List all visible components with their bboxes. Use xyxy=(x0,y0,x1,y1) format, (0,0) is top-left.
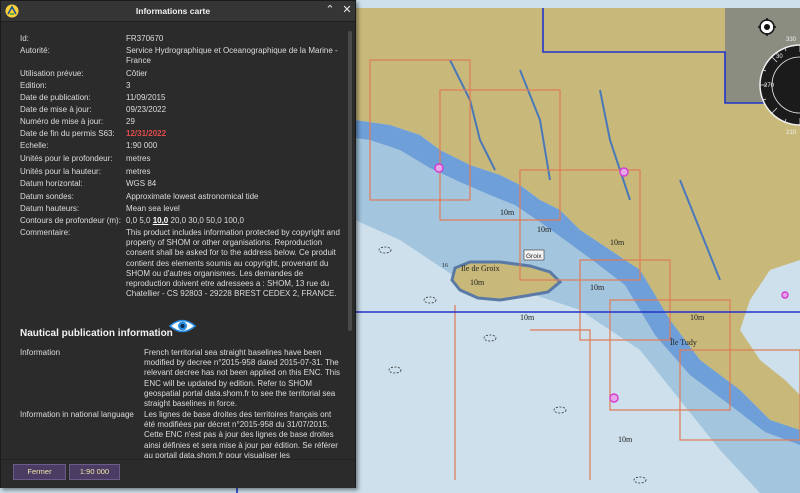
depth-contours-value: 0,0 5,0 10,0 20,0 30,0 50,0 100,0 xyxy=(126,216,244,225)
groix-tag[interactable]: Groix xyxy=(523,249,545,261)
svg-text:10m: 10m xyxy=(470,278,485,287)
close-button[interactable]: Fermer xyxy=(13,464,66,480)
svg-text:10m: 10m xyxy=(537,225,552,234)
scale-button[interactable]: 1:90 000 xyxy=(69,464,120,480)
chart-info-dialog: Informations carte ⌃ ✕ Id: FR370670 Auto… xyxy=(0,0,356,488)
svg-text:10m: 10m xyxy=(590,283,605,292)
svg-text:10m: 10m xyxy=(690,313,705,322)
buoy-label: 16 xyxy=(442,263,448,269)
s63-expiry-value: 12/31/2022 xyxy=(126,129,167,138)
dialog-content[interactable]: Id: FR370670 Autorité: Service Hydrograp… xyxy=(1,22,347,458)
svg-text:330: 330 xyxy=(786,37,797,43)
island-label: Ile de Groix xyxy=(461,264,500,273)
ile-tudy-label: Île Tudy xyxy=(670,337,697,347)
svg-text:10m: 10m xyxy=(520,313,535,322)
svg-text:10m: 10m xyxy=(618,435,633,444)
svg-text:210: 210 xyxy=(786,130,797,136)
collapse-icon[interactable]: ⌃ xyxy=(324,4,336,16)
safety-contour: 10,0 xyxy=(152,216,169,225)
svg-text:30: 30 xyxy=(776,54,783,60)
svg-text:Groix: Groix xyxy=(526,253,542,260)
dialog-footer: Fermer 1:90 000 xyxy=(1,459,355,488)
nautical-publication-heading: Nautical publication information xyxy=(20,328,173,339)
close-icon[interactable]: ✕ xyxy=(341,4,353,16)
svg-text:10m: 10m xyxy=(500,208,515,217)
svg-text:10m: 10m xyxy=(610,238,625,247)
dialog-title: Informations carte xyxy=(135,6,211,16)
dialog-titlebar[interactable]: Informations carte ⌃ ✕ xyxy=(1,1,355,22)
eye-icon[interactable] xyxy=(169,318,196,334)
scrollbar-thumb[interactable] xyxy=(348,31,352,331)
svg-text:270: 270 xyxy=(764,83,775,89)
